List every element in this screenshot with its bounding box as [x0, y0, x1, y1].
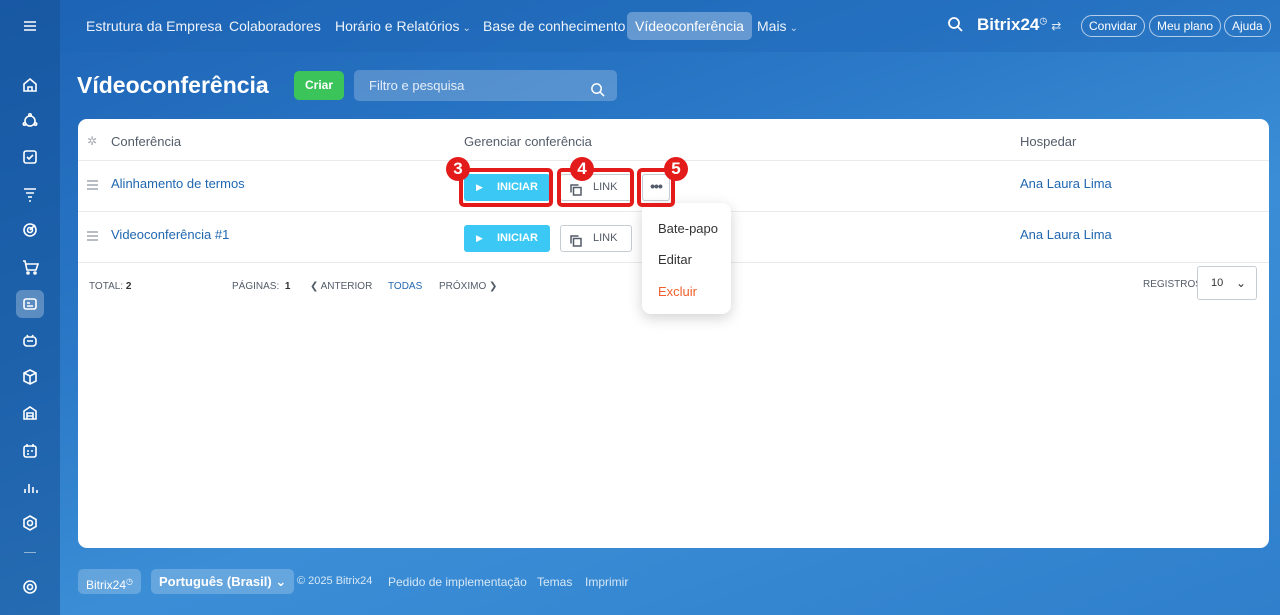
next-label: PRÓXIMO: [439, 281, 487, 292]
nav-label: Horário e Relatórios: [335, 18, 460, 34]
home-icon[interactable]: [16, 71, 44, 99]
rail-divider: [24, 552, 36, 553]
records-label: REGISTROS:: [1143, 279, 1205, 290]
nav-employees[interactable]: Colaboradores: [221, 12, 329, 40]
tasks-icon[interactable]: [16, 143, 44, 171]
goals-icon[interactable]: [16, 216, 44, 244]
annotation-badge-4: 4: [570, 157, 594, 181]
help-button[interactable]: Ajuda: [1224, 15, 1271, 37]
records-value: 10: [1211, 277, 1224, 289]
chevron-left-icon: ❮: [310, 281, 319, 292]
robot-icon[interactable]: [16, 326, 44, 354]
prev-label: ANTERIOR: [320, 281, 373, 292]
row-actions-menu: Bate-papo Editar Excluir: [642, 203, 731, 314]
nav-time-reports[interactable]: Horário e Relatórios ⌄: [327, 12, 479, 40]
copy-icon: [570, 232, 582, 247]
create-button[interactable]: Criar: [294, 71, 344, 100]
nav-label: Estrutura da Empresa: [86, 18, 223, 34]
pages-label: PÁGINAS:: [232, 281, 280, 292]
header-conference[interactable]: Conferência: [111, 134, 181, 149]
nav-label: Base de conhecimento: [483, 18, 626, 34]
footer-brand: Bitrix24: [86, 578, 127, 592]
settings-gear-icon[interactable]: ✲: [87, 134, 97, 148]
apps-icon[interactable]: [16, 509, 44, 537]
chevron-down-icon: ⌄: [275, 574, 287, 589]
print-link[interactable]: Imprimir: [585, 575, 628, 589]
videoconference-icon[interactable]: [16, 290, 44, 318]
crm-icon[interactable]: [16, 180, 44, 208]
nav-videoconference[interactable]: Vídeoconferência: [627, 12, 752, 40]
cart-icon[interactable]: [16, 253, 44, 281]
previous-page-link[interactable]: ❮ ANTERIOR: [310, 281, 372, 292]
total-label: TOTAL:: [89, 281, 124, 292]
language-label: Português (Brasil): [159, 574, 272, 589]
chevron-down-icon: ⌄: [462, 23, 471, 34]
search-icon[interactable]: [947, 16, 965, 34]
storage-icon[interactable]: [16, 399, 44, 427]
filter-placeholder: Filtro e pesquisa: [369, 78, 465, 93]
chevron-down-icon: ⌄: [789, 23, 798, 34]
themes-link[interactable]: Temas: [537, 575, 572, 589]
pages-value: 1: [284, 281, 291, 292]
nav-label: Colaboradores: [229, 18, 321, 34]
copyright-text: © 2025 Bitrix24: [297, 575, 373, 587]
nav-label: Vídeoconferência: [635, 18, 744, 34]
brand-name: Bitrix: [977, 15, 1021, 34]
annotation-badge-3: 3: [446, 157, 470, 181]
menu-icon[interactable]: [16, 12, 44, 40]
pin-icon[interactable]: ✩: [256, 78, 267, 94]
records-per-page-select[interactable]: 10 ⌄: [1197, 266, 1257, 300]
settings-icon[interactable]: [16, 573, 44, 601]
box-icon[interactable]: [16, 363, 44, 391]
bitrix24-logo[interactable]: Bitrix24◷ ⇄: [977, 15, 1061, 35]
start-label: INICIAR: [497, 232, 538, 244]
host-name-link[interactable]: Ana Laura Lima: [1020, 227, 1112, 242]
drag-handle-icon[interactable]: [87, 180, 98, 192]
header-manage: Gerenciar conferência: [464, 134, 592, 149]
conference-name-link[interactable]: Videoconferência #1: [111, 227, 229, 242]
header-host[interactable]: Hospedar: [1020, 134, 1076, 149]
nav-label: Mais: [757, 18, 787, 34]
clock-icon: ◷: [1039, 15, 1048, 26]
invite-button[interactable]: Convidar: [1081, 15, 1146, 37]
analytics-icon[interactable]: [16, 473, 44, 501]
drag-handle-icon[interactable]: [87, 231, 98, 243]
toggle-icon: ⇄: [1051, 19, 1062, 33]
filter-search-input[interactable]: Filtro e pesquisa: [354, 70, 617, 101]
menu-item-delete[interactable]: Excluir: [658, 284, 697, 299]
menu-item-chat[interactable]: Bate-papo: [658, 221, 718, 236]
host-name-link[interactable]: Ana Laura Lima: [1020, 176, 1112, 191]
highlight-link-button: [557, 168, 634, 207]
menu-item-edit[interactable]: Editar: [658, 252, 692, 267]
next-page-link[interactable]: PRÓXIMO ❯: [439, 281, 497, 292]
calendar-icon[interactable]: [16, 437, 44, 465]
language-select[interactable]: Português (Brasil) ⌄: [151, 569, 295, 594]
total-value: 2: [125, 281, 132, 292]
footer-bitrix24-button[interactable]: Bitrix24◷: [78, 569, 141, 594]
implementation-request-link[interactable]: Pedido de implementação: [388, 575, 527, 589]
search-icon[interactable]: [590, 77, 605, 108]
left-sidebar: [0, 0, 60, 615]
link-label: LINK: [593, 232, 618, 244]
nav-knowledge-base[interactable]: Base de conhecimento: [475, 12, 633, 40]
brand-number: 24: [1020, 15, 1040, 34]
pages-count: PÁGINAS: 1: [232, 281, 290, 292]
chevron-down-icon: ⌄: [1235, 276, 1246, 290]
all-pages-link[interactable]: TODAS: [388, 281, 422, 292]
page-title: Vídeoconferência: [77, 72, 269, 98]
nav-company-structure[interactable]: Estrutura da Empresa: [78, 12, 230, 40]
my-plan-button[interactable]: Meu plano: [1149, 15, 1222, 37]
conference-name-link[interactable]: Alinhamento de termos: [111, 176, 245, 191]
copy-link-button[interactable]: LINK: [560, 225, 632, 252]
start-button[interactable]: ▶ INICIAR: [464, 225, 550, 252]
feed-icon[interactable]: [16, 107, 44, 135]
total-count: TOTAL: 2: [89, 281, 131, 292]
top-navigation: Estrutura da Empresa Colaboradores Horár…: [60, 0, 1280, 52]
chevron-right-icon: ❯: [489, 281, 498, 292]
play-icon: ▶: [476, 233, 483, 243]
clock-icon: ◷: [126, 577, 133, 586]
nav-more[interactable]: Mais ⌄: [749, 12, 806, 40]
highlight-start-button: [459, 168, 553, 207]
annotation-badge-5: 5: [664, 157, 688, 181]
